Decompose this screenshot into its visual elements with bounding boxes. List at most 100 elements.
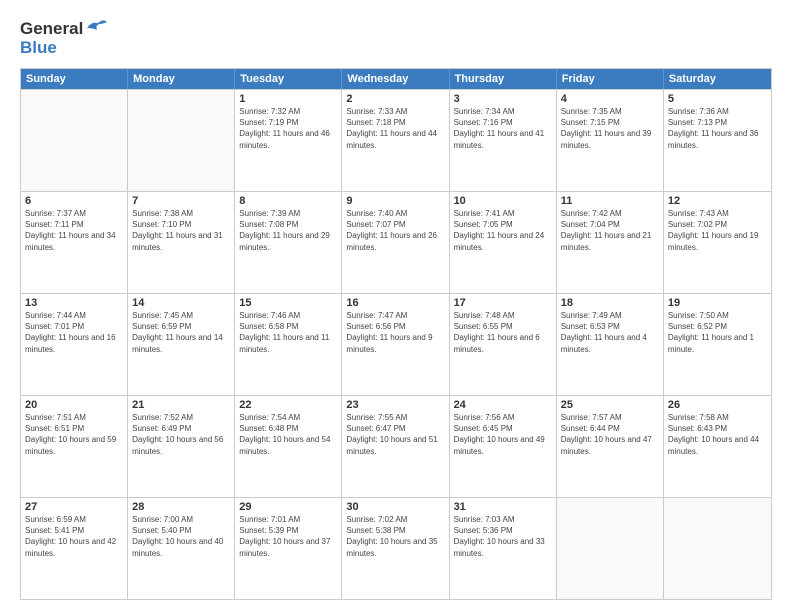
calendar-row: 20Sunrise: 7:51 AMSunset: 6:51 PMDayligh… [21,395,771,497]
calendar-cell: 9Sunrise: 7:40 AMSunset: 7:07 PMDaylight… [342,192,449,293]
cell-sun-info: Sunrise: 7:49 AMSunset: 6:53 PMDaylight:… [561,310,659,355]
cell-sun-info: Sunrise: 7:58 AMSunset: 6:43 PMDaylight:… [668,412,767,457]
cell-day-number: 23 [346,399,444,411]
calendar-row: 27Sunrise: 6:59 AMSunset: 5:41 PMDayligh… [21,497,771,599]
cell-day-number: 26 [668,399,767,411]
cell-sun-info: Sunrise: 7:41 AMSunset: 7:05 PMDaylight:… [454,208,552,253]
logo: General Blue [20,18,107,58]
calendar-cell: 11Sunrise: 7:42 AMSunset: 7:04 PMDayligh… [557,192,664,293]
calendar-cell: 21Sunrise: 7:52 AMSunset: 6:49 PMDayligh… [128,396,235,497]
calendar-cell: 12Sunrise: 7:43 AMSunset: 7:02 PMDayligh… [664,192,771,293]
cell-sun-info: Sunrise: 7:00 AMSunset: 5:40 PMDaylight:… [132,514,230,559]
cell-day-number: 4 [561,93,659,105]
cell-day-number: 12 [668,195,767,207]
calendar-cell: 4Sunrise: 7:35 AMSunset: 7:15 PMDaylight… [557,90,664,191]
calendar-cell: 31Sunrise: 7:03 AMSunset: 5:36 PMDayligh… [450,498,557,599]
cell-day-number: 14 [132,297,230,309]
cell-day-number: 30 [346,501,444,513]
cell-sun-info: Sunrise: 7:38 AMSunset: 7:10 PMDaylight:… [132,208,230,253]
calendar-row: 1Sunrise: 7:32 AMSunset: 7:19 PMDaylight… [21,89,771,191]
cell-sun-info: Sunrise: 7:42 AMSunset: 7:04 PMDaylight:… [561,208,659,253]
weekday-header: Thursday [450,69,557,89]
weekday-header: Wednesday [342,69,449,89]
cell-day-number: 2 [346,93,444,105]
cell-day-number: 20 [25,399,123,411]
cell-sun-info: Sunrise: 7:55 AMSunset: 6:47 PMDaylight:… [346,412,444,457]
calendar-body: 1Sunrise: 7:32 AMSunset: 7:19 PMDaylight… [21,89,771,599]
calendar-cell: 24Sunrise: 7:56 AMSunset: 6:45 PMDayligh… [450,396,557,497]
calendar-row: 13Sunrise: 7:44 AMSunset: 7:01 PMDayligh… [21,293,771,395]
calendar-cell: 5Sunrise: 7:36 AMSunset: 7:13 PMDaylight… [664,90,771,191]
calendar-cell: 30Sunrise: 7:02 AMSunset: 5:38 PMDayligh… [342,498,449,599]
calendar-cell: 25Sunrise: 7:57 AMSunset: 6:44 PMDayligh… [557,396,664,497]
cell-day-number: 16 [346,297,444,309]
cell-sun-info: Sunrise: 7:45 AMSunset: 6:59 PMDaylight:… [132,310,230,355]
cell-sun-info: Sunrise: 7:43 AMSunset: 7:02 PMDaylight:… [668,208,767,253]
cell-day-number: 13 [25,297,123,309]
cell-sun-info: Sunrise: 7:02 AMSunset: 5:38 PMDaylight:… [346,514,444,559]
weekday-header: Monday [128,69,235,89]
cell-day-number: 17 [454,297,552,309]
cell-day-number: 7 [132,195,230,207]
calendar-cell [557,498,664,599]
cell-day-number: 15 [239,297,337,309]
cell-sun-info: Sunrise: 6:59 AMSunset: 5:41 PMDaylight:… [25,514,123,559]
cell-sun-info: Sunrise: 7:33 AMSunset: 7:18 PMDaylight:… [346,106,444,151]
calendar-cell: 17Sunrise: 7:48 AMSunset: 6:55 PMDayligh… [450,294,557,395]
calendar-cell [21,90,128,191]
logo-blue: Blue [20,38,57,58]
cell-sun-info: Sunrise: 7:32 AMSunset: 7:19 PMDaylight:… [239,106,337,151]
cell-day-number: 27 [25,501,123,513]
calendar-cell: 27Sunrise: 6:59 AMSunset: 5:41 PMDayligh… [21,498,128,599]
cell-day-number: 8 [239,195,337,207]
cell-sun-info: Sunrise: 7:51 AMSunset: 6:51 PMDaylight:… [25,412,123,457]
cell-sun-info: Sunrise: 7:39 AMSunset: 7:08 PMDaylight:… [239,208,337,253]
cell-sun-info: Sunrise: 7:44 AMSunset: 7:01 PMDaylight:… [25,310,123,355]
cell-day-number: 9 [346,195,444,207]
calendar-cell: 29Sunrise: 7:01 AMSunset: 5:39 PMDayligh… [235,498,342,599]
cell-day-number: 24 [454,399,552,411]
calendar-cell: 26Sunrise: 7:58 AMSunset: 6:43 PMDayligh… [664,396,771,497]
calendar: SundayMondayTuesdayWednesdayThursdayFrid… [20,68,772,600]
calendar-cell: 10Sunrise: 7:41 AMSunset: 7:05 PMDayligh… [450,192,557,293]
cell-day-number: 29 [239,501,337,513]
cell-sun-info: Sunrise: 7:52 AMSunset: 6:49 PMDaylight:… [132,412,230,457]
cell-sun-info: Sunrise: 7:36 AMSunset: 7:13 PMDaylight:… [668,106,767,151]
calendar-cell: 19Sunrise: 7:50 AMSunset: 6:52 PMDayligh… [664,294,771,395]
cell-sun-info: Sunrise: 7:50 AMSunset: 6:52 PMDaylight:… [668,310,767,355]
cell-sun-info: Sunrise: 7:01 AMSunset: 5:39 PMDaylight:… [239,514,337,559]
calendar-cell: 7Sunrise: 7:38 AMSunset: 7:10 PMDaylight… [128,192,235,293]
cell-sun-info: Sunrise: 7:48 AMSunset: 6:55 PMDaylight:… [454,310,552,355]
calendar-cell [128,90,235,191]
cell-sun-info: Sunrise: 7:56 AMSunset: 6:45 PMDaylight:… [454,412,552,457]
cell-day-number: 28 [132,501,230,513]
cell-day-number: 11 [561,195,659,207]
calendar-cell: 3Sunrise: 7:34 AMSunset: 7:16 PMDaylight… [450,90,557,191]
cell-day-number: 3 [454,93,552,105]
calendar-header: SundayMondayTuesdayWednesdayThursdayFrid… [21,69,771,89]
calendar-cell: 22Sunrise: 7:54 AMSunset: 6:48 PMDayligh… [235,396,342,497]
calendar-cell: 14Sunrise: 7:45 AMSunset: 6:59 PMDayligh… [128,294,235,395]
cell-sun-info: Sunrise: 7:57 AMSunset: 6:44 PMDaylight:… [561,412,659,457]
cell-day-number: 18 [561,297,659,309]
cell-day-number: 31 [454,501,552,513]
cell-sun-info: Sunrise: 7:46 AMSunset: 6:58 PMDaylight:… [239,310,337,355]
cell-sun-info: Sunrise: 7:47 AMSunset: 6:56 PMDaylight:… [346,310,444,355]
calendar-cell: 23Sunrise: 7:55 AMSunset: 6:47 PMDayligh… [342,396,449,497]
cell-sun-info: Sunrise: 7:35 AMSunset: 7:15 PMDaylight:… [561,106,659,151]
cell-day-number: 21 [132,399,230,411]
cell-sun-info: Sunrise: 7:40 AMSunset: 7:07 PMDaylight:… [346,208,444,253]
cell-day-number: 19 [668,297,767,309]
calendar-row: 6Sunrise: 7:37 AMSunset: 7:11 PMDaylight… [21,191,771,293]
cell-day-number: 5 [668,93,767,105]
logo-bird-icon [85,18,107,38]
calendar-cell: 13Sunrise: 7:44 AMSunset: 7:01 PMDayligh… [21,294,128,395]
cell-day-number: 10 [454,195,552,207]
calendar-cell: 28Sunrise: 7:00 AMSunset: 5:40 PMDayligh… [128,498,235,599]
cell-sun-info: Sunrise: 7:03 AMSunset: 5:36 PMDaylight:… [454,514,552,559]
cell-sun-info: Sunrise: 7:54 AMSunset: 6:48 PMDaylight:… [239,412,337,457]
logo-container: General Blue [20,18,107,58]
calendar-cell: 8Sunrise: 7:39 AMSunset: 7:08 PMDaylight… [235,192,342,293]
weekday-header: Tuesday [235,69,342,89]
page: General Blue SundayMondayTuesdayWednesda… [0,0,792,612]
